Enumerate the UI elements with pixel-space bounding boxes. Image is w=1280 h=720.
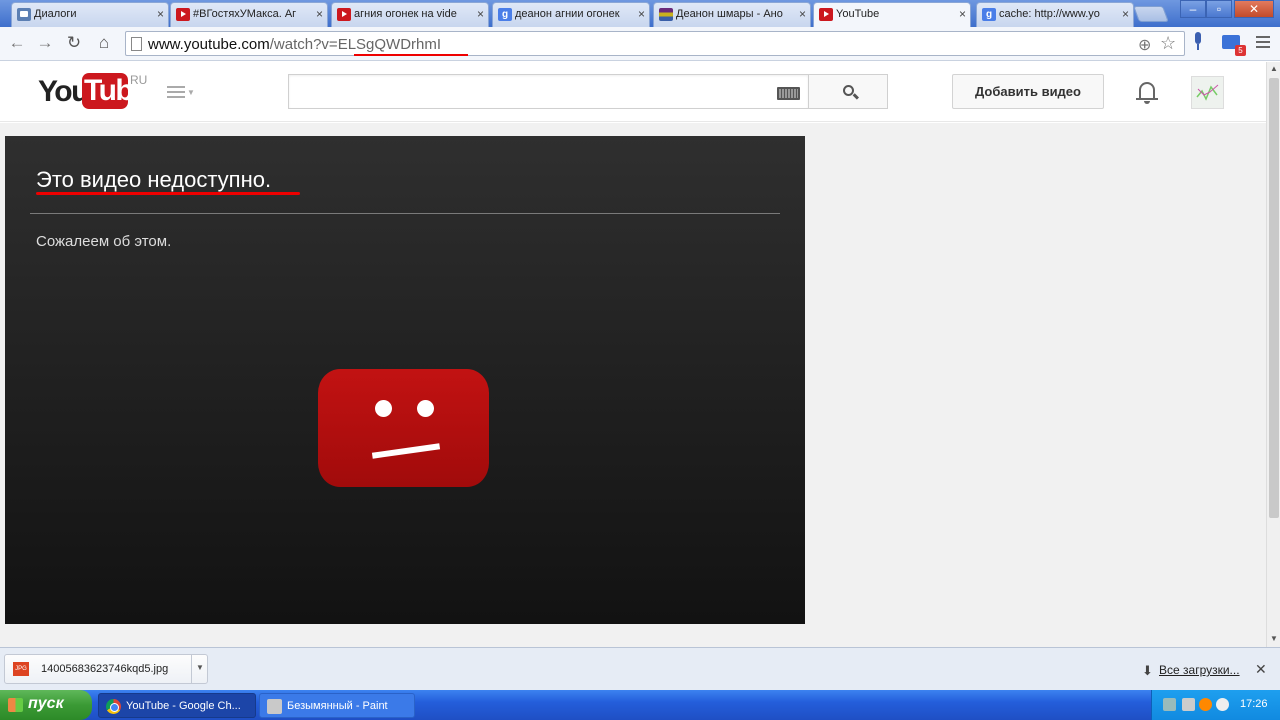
logo-you: You <box>38 75 89 108</box>
mail-count-badge: 5 <box>1235 45 1246 56</box>
download-item[interactable]: JPG 14005683623746kqd5.jpg ▼ <box>4 654 208 684</box>
logo-tube: Tube <box>82 73 149 109</box>
guide-menu-icon[interactable] <box>167 86 185 100</box>
tab-deanon-shmary[interactable]: Деанон шмары - Ано × <box>653 2 811 27</box>
youtube-icon <box>337 8 351 21</box>
close-icon[interactable]: × <box>477 7 484 21</box>
reload-icon[interactable]: ↻ <box>63 32 85 54</box>
forward-arrow-icon[interactable]: → <box>34 32 56 54</box>
eye-icon <box>417 400 434 417</box>
jpg-file-icon: JPG <box>13 662 29 676</box>
tab-cache[interactable]: g cache: http://www.yo × <box>976 2 1134 27</box>
notification-icon[interactable] <box>1163 698 1176 711</box>
zoom-icon[interactable]: ⊕ <box>1138 35 1151 55</box>
tab-label: Диалоги <box>34 8 77 20</box>
video-player: Это видео недоступно. Сожалеем об этом. <box>5 136 805 624</box>
taskbar-item-chrome[interactable]: YouTube - Google Ch... <box>98 693 256 718</box>
chevron-down-icon[interactable]: ▼ <box>191 655 208 683</box>
url-host: www.youtube.com <box>148 36 270 53</box>
error-subtitle: Сожалеем об этом. <box>36 233 172 250</box>
tab-agniya-video[interactable]: агния огонек на vide × <box>331 2 489 27</box>
tab-label: Деанон шмары - Ано <box>676 8 783 20</box>
show-all-downloads-link[interactable]: Все загрузки... <box>1159 663 1240 677</box>
annotation-underline <box>36 192 300 195</box>
tab-youtube-active[interactable]: YouTube × <box>813 2 971 28</box>
archive-icon <box>659 8 673 21</box>
close-icon[interactable]: × <box>959 7 966 21</box>
scroll-down-icon[interactable]: ▼ <box>1270 634 1278 643</box>
clock: 17:26 <box>1240 698 1268 710</box>
keyboard-icon[interactable] <box>777 87 800 100</box>
tab-label: #ВГостяхУМакса. Аг <box>193 8 297 20</box>
url-path: /watch?v=ELSgQWDrhmI <box>269 36 442 53</box>
divider <box>30 213 780 214</box>
bookmark-star-icon[interactable]: ☆ <box>1160 33 1176 54</box>
download-arrow-icon: ⬇ <box>1142 663 1153 678</box>
google-icon: g <box>982 8 996 21</box>
window-close-button[interactable]: ✕ <box>1234 0 1274 18</box>
minimize-button[interactable]: – <box>1180 0 1206 18</box>
download-filename: 14005683623746kqd5.jpg <box>41 663 169 675</box>
scroll-up-icon[interactable]: ▲ <box>1270 64 1278 73</box>
google-icon: g <box>498 8 512 21</box>
windows-logo-icon <box>8 698 23 712</box>
logo-region: RU <box>130 73 148 87</box>
taskbar-item-paint[interactable]: Безымянный - Paint <box>259 693 415 718</box>
close-icon[interactable]: × <box>157 7 164 21</box>
mouth-icon <box>371 443 441 459</box>
back-arrow-icon[interactable]: ← <box>6 32 28 54</box>
paint-icon <box>267 699 282 714</box>
browser-toolbar: ← → ↻ ⌂ www.youtube.com/watch?v=ELSgQWDr… <box>0 27 1280 61</box>
chevron-down-icon[interactable]: ▼ <box>187 88 195 97</box>
browser-tab-strip: Диалоги × #ВГостяхУМакса. Аг × агния ого… <box>0 0 1280 28</box>
url-text: www.youtube.com/watch?v=ELSgQWDrhmI <box>148 36 441 53</box>
home-icon[interactable]: ⌂ <box>93 32 115 54</box>
search-button[interactable] <box>808 74 888 109</box>
start-button[interactable]: пуск <box>0 690 92 720</box>
search-icon <box>843 85 854 96</box>
page-icon <box>131 37 142 51</box>
upload-video-button[interactable]: Добавить видео <box>952 74 1104 109</box>
notifications-bell-icon[interactable] <box>1136 79 1158 105</box>
youtube-icon <box>819 8 833 21</box>
microphone-icon[interactable] <box>1193 32 1203 52</box>
start-label: пуск <box>28 695 64 712</box>
address-bar[interactable]: www.youtube.com/watch?v=ELSgQWDrhmI ⊕ ☆ <box>125 31 1185 56</box>
taskbar-item-label: Безымянный - Paint <box>287 700 388 712</box>
tab-label: cache: http://www.yo <box>999 8 1100 20</box>
eye-icon <box>375 400 392 417</box>
taskbar-item-label: YouTube - Google Ch... <box>126 700 241 712</box>
tab-deanon-search[interactable]: g деанон агнии огонек × <box>492 2 650 27</box>
error-title: Это видео недоступно. <box>36 167 272 192</box>
search-input[interactable] <box>288 74 808 109</box>
youtube-icon <box>176 8 190 21</box>
scrollbar-thumb[interactable] <box>1269 78 1279 518</box>
tab-dialogs[interactable]: Диалоги × <box>11 2 169 27</box>
download-shelf: JPG 14005683623746kqd5.jpg ▼ ⬇ Все загру… <box>0 647 1280 690</box>
vertical-scrollbar[interactable]: ▲ ▼ <box>1266 62 1280 647</box>
close-icon[interactable]: × <box>799 7 806 21</box>
menu-icon[interactable] <box>1256 36 1270 50</box>
volume-icon[interactable] <box>1216 698 1229 711</box>
tab-label: YouTube <box>836 8 880 20</box>
avast-icon[interactable] <box>1199 698 1212 711</box>
close-icon[interactable]: × <box>1122 7 1129 21</box>
system-tray: 17:26 <box>1151 690 1280 720</box>
sad-tv-icon <box>318 369 489 487</box>
avatar[interactable] <box>1191 76 1224 109</box>
network-icon[interactable] <box>1182 698 1195 711</box>
youtube-masthead: You Tube RU ▼ Добавить видео <box>0 62 1266 122</box>
new-tab-button[interactable] <box>1133 6 1169 22</box>
annotation-underline <box>354 54 468 56</box>
vk-messages-icon <box>17 8 31 21</box>
close-icon[interactable]: ✕ <box>1255 661 1267 678</box>
chrome-icon <box>106 699 121 714</box>
tab-label: деанон агнии огонек <box>515 8 620 20</box>
tab-label: агния огонек на vide <box>354 8 457 20</box>
tab-vgostyah[interactable]: #ВГостяхУМакса. Аг × <box>170 2 328 27</box>
close-icon[interactable]: × <box>316 7 323 21</box>
close-icon[interactable]: × <box>638 7 645 21</box>
windows-taskbar: пуск YouTube - Google Ch... Безымянный -… <box>0 690 1280 720</box>
maximize-button[interactable]: ▫ <box>1206 0 1232 18</box>
